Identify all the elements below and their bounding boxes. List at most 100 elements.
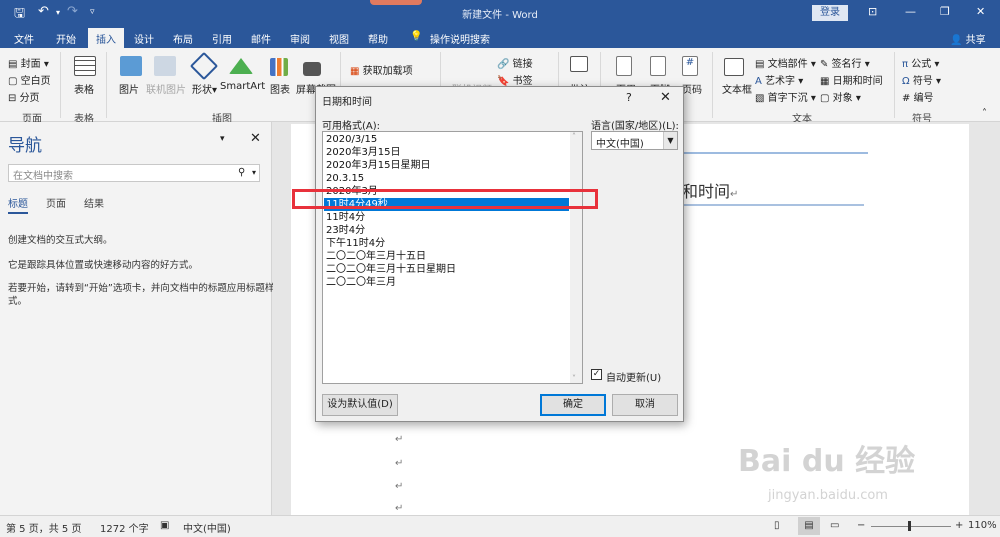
tab-references[interactable]: 引用 (212, 31, 232, 46)
tab-file[interactable]: 文件 (14, 31, 34, 46)
nav-tab-results[interactable]: 结果 (84, 195, 104, 210)
minimize-icon[interactable]: — (905, 5, 916, 18)
format-item[interactable]: 2020/3/15 (324, 133, 569, 146)
print-layout-icon[interactable]: ▤ (798, 517, 820, 535)
signature-line-button[interactable]: ✎ 签名行 ▾ (820, 55, 870, 70)
ribbon-display-icon[interactable]: ⊡ (868, 5, 877, 18)
page-number-icon[interactable]: # (682, 56, 698, 76)
share-button[interactable]: 👤 共享 (950, 31, 986, 46)
scroll-up-icon[interactable]: ˄ (572, 132, 576, 141)
symbol-button[interactable]: Ω 符号 ▾ (902, 72, 941, 87)
tab-review[interactable]: 审阅 (290, 31, 310, 46)
nav-options-icon[interactable]: ▾ (220, 134, 225, 144)
format-item[interactable]: 11时4分 (324, 211, 569, 224)
format-item[interactable]: 23时4分 (324, 224, 569, 237)
restore-icon[interactable]: ❐ (940, 5, 950, 18)
tab-home[interactable]: 开始 (56, 31, 76, 46)
nav-tab-pages[interactable]: 页面 (46, 195, 66, 210)
format-item[interactable]: 2020年3月15日星期日 (324, 159, 569, 172)
tab-design[interactable]: 设计 (134, 31, 154, 46)
tab-insert[interactable]: 插入 (88, 28, 124, 48)
shapes-label: 形状 (192, 85, 212, 96)
help-icon[interactable]: ? (626, 91, 632, 104)
cancel-button[interactable]: 取消 (612, 394, 678, 416)
highlight-annotation (292, 189, 598, 209)
nav-search-input[interactable]: 在文档中搜索 (8, 164, 260, 182)
object-button[interactable]: ▢ 对象 ▾ (820, 89, 861, 104)
ok-button[interactable]: 确定 (540, 394, 606, 416)
textbox-icon[interactable] (724, 58, 744, 76)
link-button[interactable]: 🔗 链接 (497, 55, 533, 70)
page-number-button-label[interactable]: 页码 (682, 81, 702, 96)
footer-icon[interactable] (650, 56, 666, 76)
drop-cap-button[interactable]: ▧ 首字下沉 ▾ (755, 89, 816, 104)
paragraph-mark: ↵ (395, 481, 404, 492)
table-icon[interactable] (74, 56, 96, 76)
search-icon[interactable]: ⚲ (238, 167, 245, 178)
web-layout-icon[interactable]: ▭ (830, 520, 839, 531)
formats-listbox[interactable]: 2020/3/15 2020年3月15日 2020年3月15日星期日 20.3.… (322, 131, 583, 384)
equation-button[interactable]: π 公式 ▾ (902, 55, 939, 70)
zoom-level[interactable]: 110% (968, 520, 997, 531)
table-button-label[interactable]: 表格 (74, 81, 94, 96)
login-button[interactable]: 登录 (812, 5, 848, 21)
wordart-button[interactable]: A 艺术字 ▾ (755, 72, 803, 87)
word-count[interactable]: 1272 个字 (100, 520, 149, 535)
tab-layout[interactable]: 布局 (173, 31, 193, 46)
format-item[interactable]: 二〇二〇年三月十五日 (324, 250, 569, 263)
paragraph-mark: ↵ (395, 434, 404, 445)
chevron-down-icon[interactable]: ▼ (663, 132, 677, 149)
screenshot-icon[interactable] (303, 62, 321, 76)
tell-me-search[interactable]: 操作说明搜索 (430, 31, 490, 46)
tab-mailings[interactable]: 邮件 (251, 31, 271, 46)
language-label: 语言(国家/地区)(L): (591, 121, 679, 132)
chart-button-label[interactable]: 图表 (270, 81, 290, 96)
format-item[interactable]: 2020年3月15日 (324, 146, 569, 159)
quick-parts-label: 文档部件 (767, 59, 808, 70)
proofing-icon[interactable]: ▣ (160, 520, 169, 531)
page-count[interactable]: 第 5 页，共 5 页 (6, 520, 81, 535)
close-icon[interactable]: ✕ (660, 90, 671, 105)
search-dropdown-icon[interactable]: ▾ (252, 168, 256, 177)
picture-button-label[interactable]: 图片 (119, 81, 139, 96)
format-item[interactable]: 20.3.15 (324, 172, 569, 185)
header-icon[interactable] (616, 56, 632, 76)
language-status[interactable]: 中文(中国) (183, 520, 231, 535)
comment-icon[interactable] (570, 56, 588, 72)
bookmark-button[interactable]: 🔖 书签 (497, 72, 533, 87)
shapes-button-label[interactable]: 形状▾ (192, 81, 217, 96)
zoom-slider-thumb[interactable] (908, 521, 911, 531)
nav-close-icon[interactable]: ✕ (250, 131, 261, 146)
zoom-slider[interactable] (871, 526, 951, 527)
drop-cap-label: 首字下沉 (767, 93, 808, 104)
auto-update-checkbox[interactable]: ✓ (591, 369, 602, 380)
tab-view[interactable]: 视图 (329, 31, 349, 46)
scroll-down-icon[interactable]: ˅ (572, 374, 576, 383)
numbering-button[interactable]: # 编号 (902, 89, 934, 104)
language-select-value: 中文(中国) (596, 139, 644, 150)
language-select[interactable]: 中文(中国) ▼ (591, 131, 678, 150)
collapse-ribbon-icon[interactable]: ˄ (982, 108, 987, 119)
tab-help[interactable]: 帮助 (368, 31, 388, 46)
chart-icon[interactable] (270, 58, 288, 76)
page-break-button[interactable]: ⊟ 分页 (8, 89, 40, 104)
blank-page-button[interactable]: ▢ 空白页 (8, 72, 51, 87)
cover-page-button[interactable]: ▤ 封面 ▾ (8, 55, 49, 70)
format-item[interactable]: 二〇二〇年三月 (324, 276, 569, 289)
smartart-button-label[interactable]: SmartArt (220, 81, 265, 92)
quick-parts-button[interactable]: ▤ 文档部件 ▾ (755, 55, 816, 70)
close-window-icon[interactable]: ✕ (976, 5, 985, 18)
nav-tab-headings[interactable]: 标题 (8, 195, 28, 214)
format-item[interactable]: 下午11时4分 (324, 237, 569, 250)
zoom-out-icon[interactable]: − (857, 520, 865, 531)
nav-message: 若要开始，请转到“开始”选项卡，并向文档中的标题应用标题样式。 (8, 283, 275, 307)
read-mode-icon[interactable]: ▯ (774, 520, 780, 531)
formats-scrollbar[interactable]: ˄ ˅ (570, 132, 582, 383)
textbox-button-label[interactable]: 文本框 (722, 81, 752, 96)
set-default-button[interactable]: 设为默认值(D) (322, 394, 398, 416)
format-item[interactable]: 二〇二〇年三月十五日星期日 (324, 263, 569, 276)
date-time-button[interactable]: ▦ 日期和时间 (820, 72, 883, 87)
picture-icon[interactable] (120, 56, 142, 76)
zoom-in-icon[interactable]: + (955, 520, 963, 531)
get-addins-button[interactable]: ▦ 获取加载项 (350, 62, 413, 77)
